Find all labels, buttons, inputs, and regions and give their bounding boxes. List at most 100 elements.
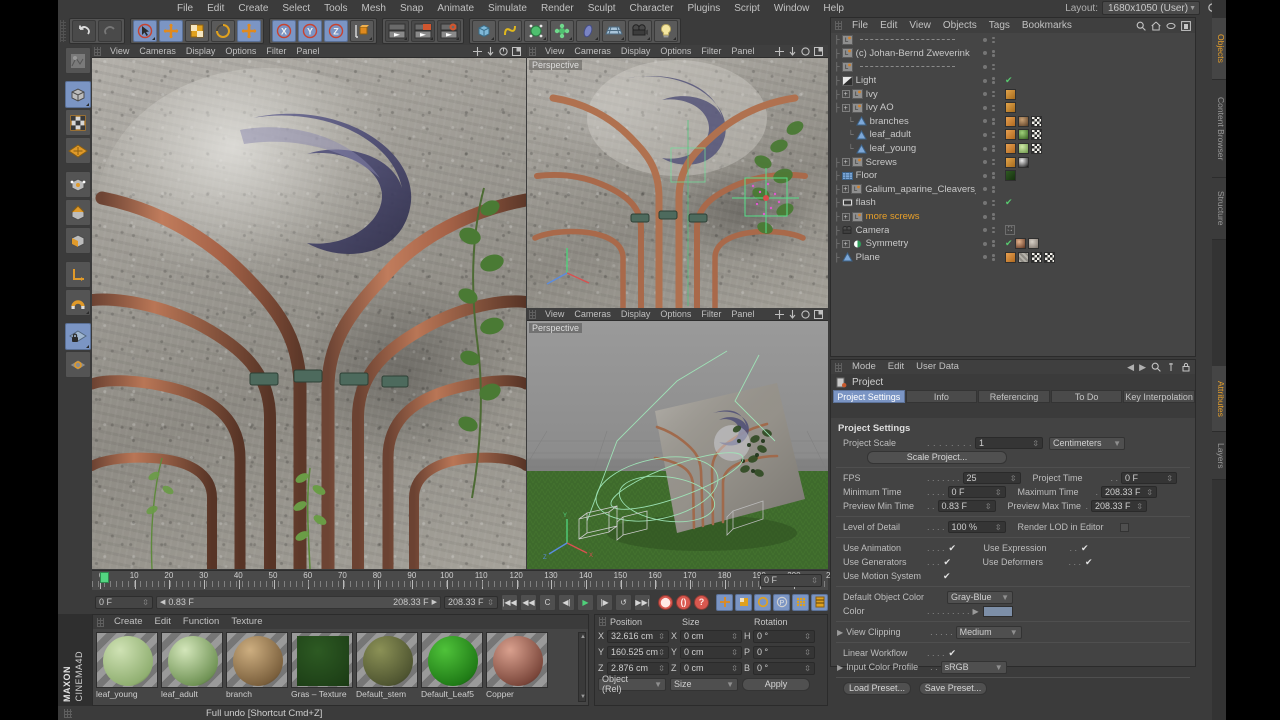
material-tag-icon[interactable] [1005,251,1016,263]
visibility-dots[interactable] [976,254,1002,261]
preview-min-field[interactable]: 0.83 F ⇳ [937,500,996,512]
menu-file[interactable]: File [170,0,200,17]
viewport-menu-view[interactable]: View [105,45,134,58]
menu-select[interactable]: Select [275,0,317,17]
maximize-view-icon[interactable] [512,46,521,56]
check-tag-icon[interactable]: ✔ [1005,198,1013,207]
viewport-br-canvas[interactable]: Perspective Y X Z [527,321,828,569]
magnet-icon[interactable] [65,289,91,316]
viewport-menu-display[interactable]: Display [616,45,656,58]
material-item[interactable]: leaf_adult [161,632,223,702]
menu-create[interactable]: Create [231,0,275,17]
cube-primitive-icon[interactable] [472,20,496,42]
redo-icon[interactable] [98,20,122,42]
object-row[interactable]: ├ L [831,33,1197,47]
om-menu-bookmarks[interactable]: Bookmarks [1016,18,1078,33]
position-key-toggle[interactable] [716,593,733,611]
viewport-main-canvas[interactable] [92,58,526,569]
maximize-view-icon[interactable] [814,309,823,319]
material-tag-icon[interactable] [1031,251,1042,263]
rotation-key-toggle[interactable] [754,593,771,611]
menu-tools[interactable]: Tools [317,0,354,17]
view-clipping-expand-icon[interactable]: ▶ [837,628,843,637]
menu-plugins[interactable]: Plugins [680,0,727,17]
move-plus-icon[interactable] [237,20,261,42]
preview-range-bar[interactable]: ◀ 0.83 F 208.33 F ▶ [156,595,441,609]
default-object-color-dropdown[interactable]: Gray-Blue ▼ [947,590,1013,604]
material-preview[interactable] [291,632,353,688]
mm-menu-function[interactable]: Function [177,615,225,629]
tab-content-browser[interactable]: Content Browser [1212,80,1226,178]
ellipse-icon[interactable] [1166,21,1176,31]
polygons-mode-icon[interactable] [65,227,91,254]
visibility-dots[interactable] [976,90,1002,98]
viewport-menu-options[interactable]: Options [655,308,696,321]
home-icon[interactable] [1151,21,1161,31]
material-tag-icon[interactable] [1014,238,1026,250]
material-item[interactable]: branch [226,632,288,702]
fps-field[interactable]: 25 ⇳ [962,472,1021,484]
search-icon[interactable] [1151,362,1161,372]
range-left-arrow-icon[interactable]: ◀ [160,598,165,606]
lock-axis-icon[interactable] [65,323,91,350]
material-tag-icon[interactable] [1005,129,1016,141]
om-menu-tags[interactable]: Tags [983,18,1016,33]
material-tag-icon[interactable] [1018,156,1029,168]
visibility-dots[interactable] [976,213,1002,220]
axis-y-toggle[interactable]: Y [298,20,322,42]
save-preset-button[interactable]: Save Preset... [919,681,987,695]
visibility-dots[interactable] [976,158,1002,166]
om-menu-file[interactable]: File [846,18,874,33]
mm-menu-texture[interactable]: Texture [225,615,268,629]
viewport-tr-canvas[interactable]: Perspective [527,58,828,308]
live-selection-icon[interactable] [133,20,157,42]
render-view-icon[interactable] [385,20,409,42]
range-right-arrow-icon[interactable]: ▶ [432,598,437,606]
play-button[interactable]: ▶ [577,593,594,611]
visibility-dots[interactable] [976,118,1002,125]
menu-animate[interactable]: Animate [430,0,481,17]
object-row[interactable]: ├ + Symmetry ✔ [831,237,1197,251]
viewport-menu-options[interactable]: Options [655,45,696,58]
edges-mode-icon[interactable] [65,199,91,226]
move-view-icon[interactable] [775,309,784,319]
axis-x-toggle[interactable]: X [272,20,296,42]
go-to-end-button[interactable]: ▶▶| [634,593,651,611]
menu-edit[interactable]: Edit [200,0,231,17]
object-row[interactable]: ├ + L Screws [831,155,1197,169]
texture-mode-icon[interactable] [65,109,91,136]
move-view-icon[interactable] [473,46,482,56]
viewport-bottom-right[interactable]: View Cameras Display Options Filter Panel Per… [527,308,828,569]
use-animation-checkbox[interactable]: ✔ [949,543,958,553]
points-mode-icon[interactable] [65,171,91,198]
visibility-dots[interactable] [976,226,1002,234]
object-row[interactable]: └ leaf_young [831,142,1197,156]
attributes-tab-project-settings[interactable]: Project Settings [833,390,905,403]
back-arrow-icon[interactable]: ◀ [1127,362,1134,373]
maximize-view-icon[interactable] [814,46,823,56]
size-z-field[interactable]: 0 cm ⇳ [680,661,742,675]
lod-field[interactable]: 100 % ⇳ [947,521,1006,533]
current-frame-field[interactable]: 0 F ⇳ [95,595,153,609]
expand-toggle[interactable]: + [841,185,850,194]
use-deformers-checkbox[interactable]: ✔ [1085,557,1094,567]
expand-toggle[interactable]: + [841,239,850,248]
om-menu-objects[interactable]: Objects [937,18,983,33]
menu-simulate[interactable]: Simulate [481,0,534,17]
attributes-grip[interactable] [835,362,842,372]
nurbs-icon[interactable] [576,20,600,42]
check-tag-icon[interactable]: ✔ [1005,76,1013,85]
material-tag-icon[interactable] [1005,102,1016,114]
viewport-menu-panel[interactable]: Panel [291,45,324,58]
viewport-top-right[interactable]: View Cameras Display Options Filter Panel Per… [527,45,828,308]
material-tag-icon[interactable] [1018,251,1029,263]
material-tag-icon[interactable] [1005,115,1016,127]
move-icon[interactable] [159,20,183,42]
object-axis-icon[interactable] [65,261,91,288]
object-row[interactable]: ├ + L Galium_aparine_Cleavers_1 [831,183,1197,197]
viewport-menu-cameras[interactable]: Cameras [569,308,616,321]
material-preview[interactable] [421,632,483,688]
object-row[interactable]: ├ Light ✔ [831,74,1197,88]
mm-menu-create[interactable]: Create [108,615,149,629]
menu-sculpt[interactable]: Sculpt [581,0,623,17]
